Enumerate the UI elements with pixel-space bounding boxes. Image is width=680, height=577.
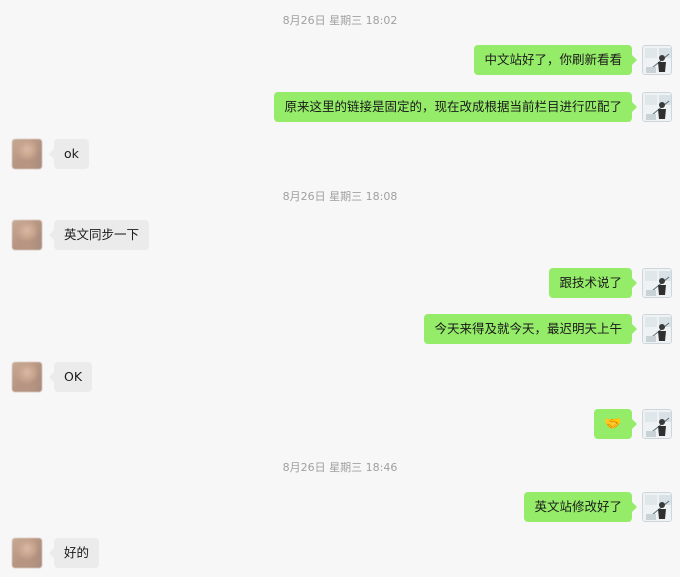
my-avatar[interactable] xyxy=(642,409,672,439)
my-avatar[interactable] xyxy=(642,45,672,75)
timestamp-divider: 8月26日 星期三 18:46 xyxy=(282,461,398,474)
contact-avatar[interactable] xyxy=(12,362,42,392)
contact-avatar[interactable] xyxy=(12,538,42,568)
incoming-message-bubble[interactable]: 好的 xyxy=(48,538,100,568)
my-avatar-image xyxy=(643,269,671,297)
my-avatar-image xyxy=(643,93,671,121)
my-avatar-image xyxy=(643,410,671,438)
chat-message-list[interactable]: 8月26日 星期三 18:02 中文站好了，你刷新看看 原来这里的链接是固定的，… xyxy=(0,0,680,577)
my-avatar[interactable] xyxy=(642,314,672,344)
outgoing-message-bubble[interactable]: 中文站好了，你刷新看看 xyxy=(474,45,637,75)
timestamp-divider: 8月26日 星期三 18:02 xyxy=(282,14,398,27)
my-avatar[interactable] xyxy=(642,492,672,522)
timestamp-divider: 8月26日 星期三 18:08 xyxy=(282,190,398,203)
incoming-message-bubble[interactable]: OK xyxy=(48,362,93,392)
my-avatar-image xyxy=(643,46,671,74)
outgoing-message-bubble[interactable]: 今天来得及就今天，最迟明天上午 xyxy=(424,314,637,344)
outgoing-message-bubble[interactable]: 英文站修改好了 xyxy=(524,492,637,522)
outgoing-message-bubble[interactable]: 原来这里的链接是固定的，现在改成根据当前栏目进行匹配了 xyxy=(274,92,637,122)
my-avatar[interactable] xyxy=(642,268,672,298)
contact-avatar[interactable] xyxy=(12,220,42,250)
outgoing-emoji-bubble[interactable]: 🤝 xyxy=(594,409,637,439)
outgoing-message-bubble[interactable]: 跟技术说了 xyxy=(549,268,637,298)
incoming-message-bubble[interactable]: ok xyxy=(49,139,89,169)
handshake-icon: 🤝 xyxy=(604,416,622,432)
incoming-message-bubble[interactable]: 英文同步一下 xyxy=(48,220,150,250)
my-avatar[interactable] xyxy=(642,92,672,122)
my-avatar-image xyxy=(643,315,671,343)
my-avatar-image xyxy=(643,493,671,521)
contact-avatar[interactable] xyxy=(12,139,42,169)
